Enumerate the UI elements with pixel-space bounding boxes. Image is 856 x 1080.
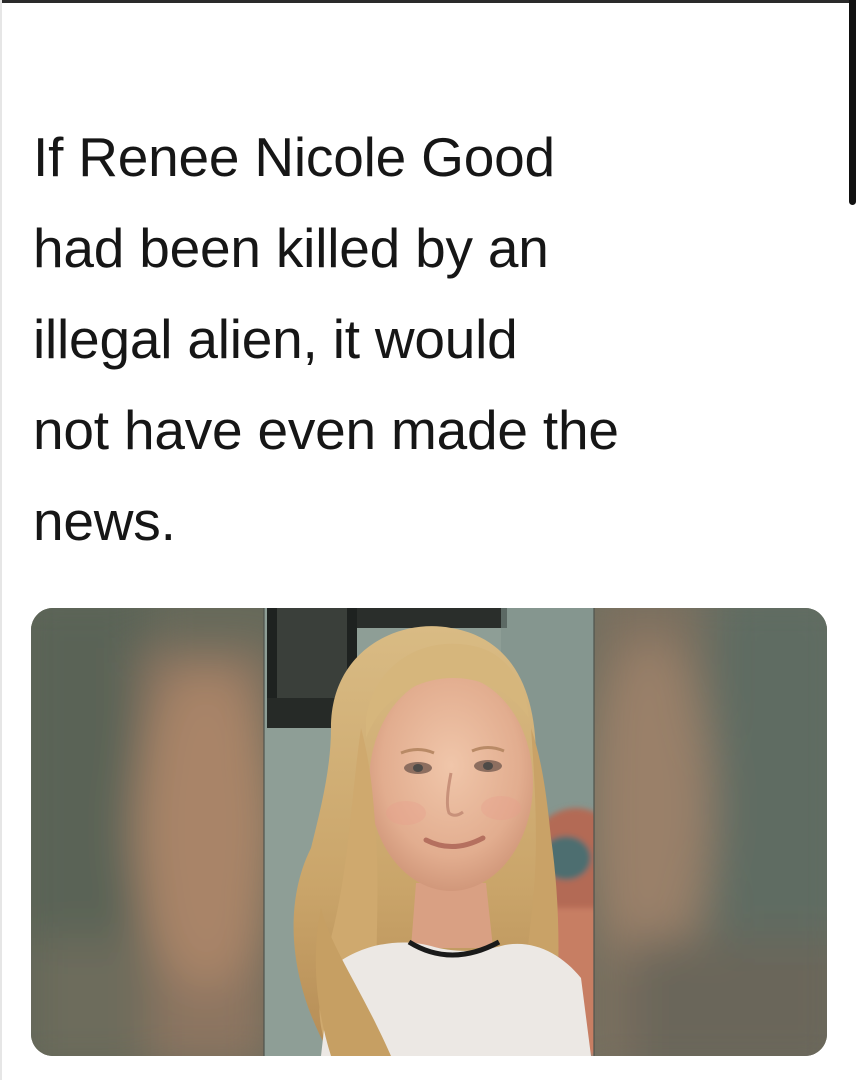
screen: If Renee Nicole Good had been killed by …	[0, 0, 856, 1080]
scrollbar-thumb[interactable]	[849, 0, 856, 205]
post-media-image[interactable]	[31, 608, 827, 1056]
center-photo	[264, 608, 594, 1056]
screen-left-edge	[0, 0, 2, 1080]
blurred-left-panel	[31, 608, 276, 1056]
screen-top-edge	[0, 0, 856, 3]
blurred-right-panel	[591, 608, 827, 1056]
woman-photo-illustration	[31, 608, 827, 1056]
post-text: If Renee Nicole Good had been killed by …	[33, 126, 619, 552]
